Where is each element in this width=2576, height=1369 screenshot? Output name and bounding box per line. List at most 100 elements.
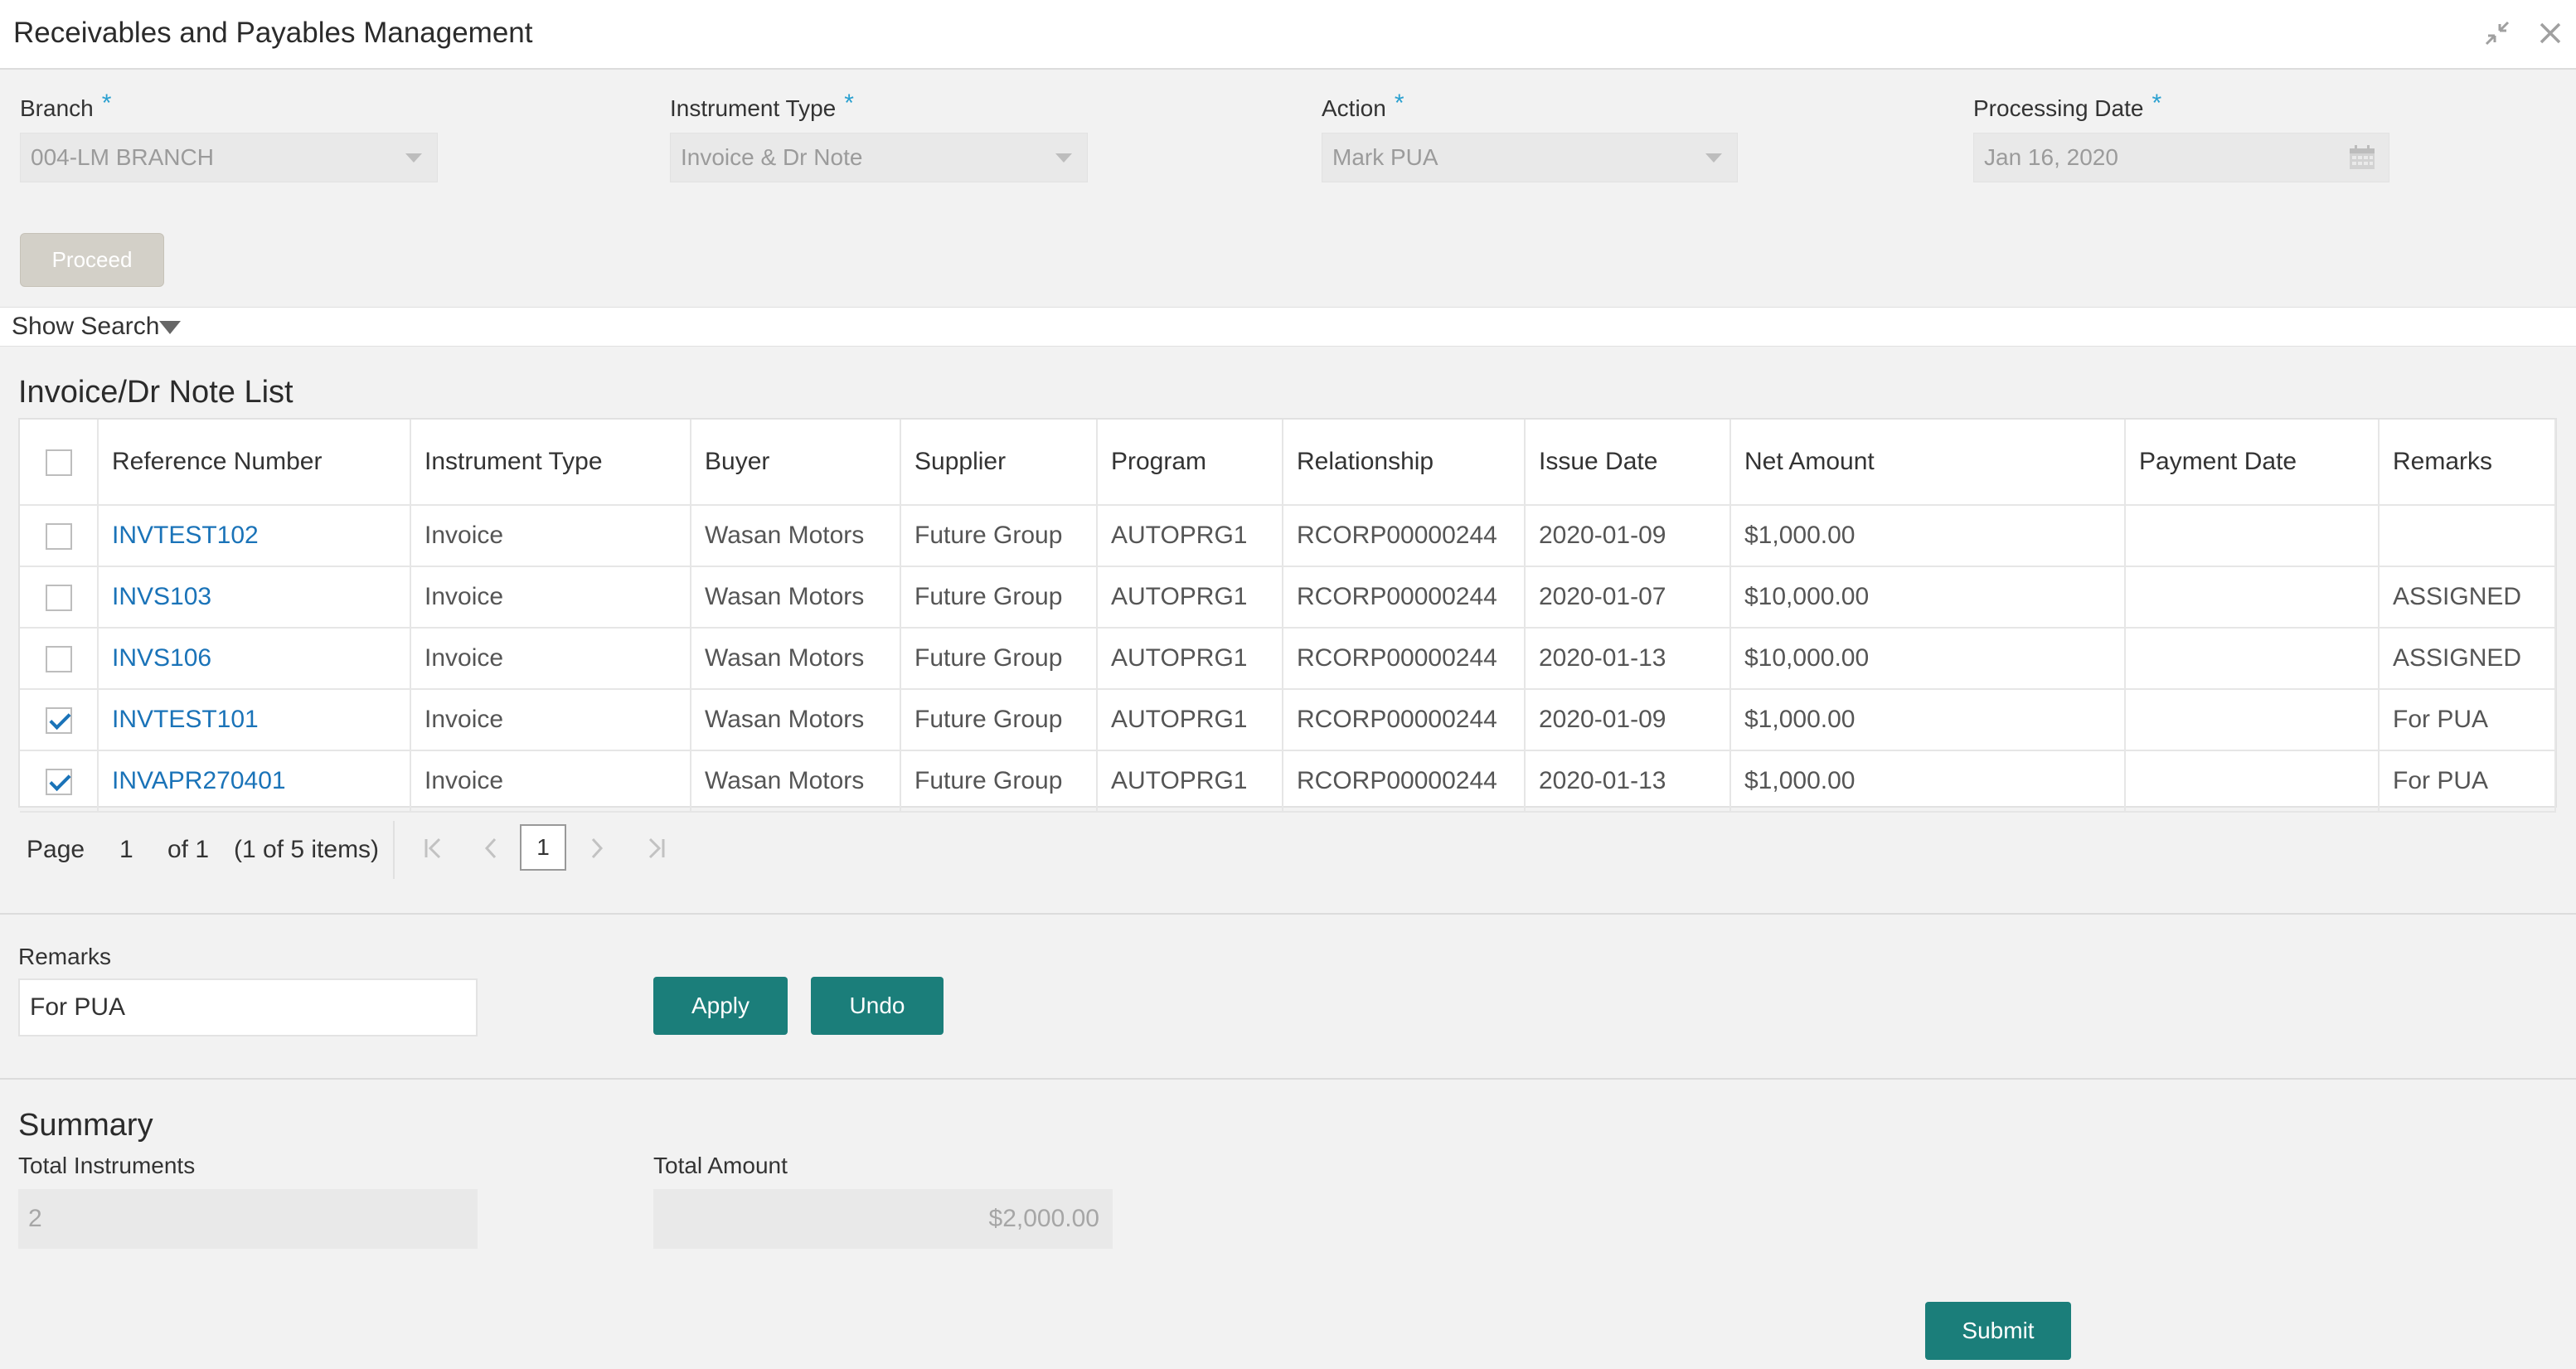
title-bar: Receivables and Payables Management bbox=[0, 0, 2576, 70]
cell-program: AUTOPRG1 bbox=[1097, 505, 1283, 567]
col-issue-date[interactable]: Issue Date bbox=[1525, 420, 1731, 506]
required-mark: * bbox=[2152, 90, 2162, 117]
col-relationship[interactable]: Relationship bbox=[1283, 420, 1526, 506]
cell-remarks bbox=[2379, 505, 2556, 567]
cell-relationship: RCORP00000244 bbox=[1283, 505, 1526, 567]
action-select[interactable]: Mark PUA bbox=[1322, 133, 1738, 182]
cell-payment-date bbox=[2125, 750, 2380, 813]
cell-instrument-type: Invoice bbox=[410, 750, 691, 813]
reference-link[interactable]: INVTEST101 bbox=[98, 689, 411, 751]
table-row[interactable]: INVTEST101 Invoice Wasan Motors Future G… bbox=[20, 689, 2556, 751]
col-supplier[interactable]: Supplier bbox=[900, 420, 1098, 506]
submit-button[interactable]: Submit bbox=[1925, 1302, 2071, 1360]
table-row[interactable]: INVS103 Invoice Wasan Motors Future Grou… bbox=[20, 566, 2556, 629]
pager-divider bbox=[393, 821, 395, 879]
col-remarks[interactable]: Remarks bbox=[2379, 420, 2556, 506]
row-select-cell bbox=[20, 628, 99, 690]
cell-relationship: RCORP00000244 bbox=[1283, 750, 1526, 813]
cell-issue-date: 2020-01-09 bbox=[1525, 689, 1731, 751]
page-label: Page bbox=[27, 836, 85, 863]
close-icon[interactable] bbox=[2532, 15, 2569, 51]
instrument-type-select[interactable]: Invoice & Dr Note bbox=[670, 133, 1088, 182]
cell-payment-date bbox=[2125, 689, 2380, 751]
cell-buyer: Wasan Motors bbox=[691, 628, 901, 690]
required-mark: * bbox=[1394, 90, 1404, 117]
row-select-cell bbox=[20, 566, 99, 629]
apply-button[interactable]: Apply bbox=[653, 977, 788, 1035]
cell-issue-date: 2020-01-09 bbox=[1525, 505, 1731, 567]
col-net-amount[interactable]: Net Amount bbox=[1730, 420, 2126, 506]
cell-remarks: For PUA bbox=[2379, 750, 2556, 813]
table-row[interactable]: INVS106 Invoice Wasan Motors Future Grou… bbox=[20, 628, 2556, 690]
reference-link[interactable]: INVTEST102 bbox=[98, 505, 411, 567]
reference-link[interactable]: INVS103 bbox=[98, 566, 411, 629]
grid-header-row: Reference Number Instrument Type Buyer S… bbox=[20, 420, 2556, 506]
last-page-icon[interactable] bbox=[647, 836, 667, 867]
table-row[interactable]: INVAPR270401 Invoice Wasan Motors Future… bbox=[20, 750, 2556, 813]
table-row[interactable]: INVTEST102 Invoice Wasan Motors Future G… bbox=[20, 505, 2556, 567]
first-page-icon[interactable] bbox=[423, 836, 443, 867]
branch-label-text: Branch bbox=[20, 95, 94, 121]
invoice-grid: Reference Number Instrument Type Buyer S… bbox=[18, 418, 2557, 813]
minimize-icon[interactable] bbox=[2479, 15, 2515, 51]
list-title: Invoice/Dr Note List bbox=[18, 375, 293, 410]
cell-buyer: Wasan Motors bbox=[691, 505, 901, 567]
remarks-input[interactable]: For PUA bbox=[18, 978, 478, 1036]
row-checkbox[interactable] bbox=[45, 523, 72, 551]
remarks-label: Remarks bbox=[18, 944, 112, 969]
row-checkbox[interactable] bbox=[45, 646, 72, 673]
prev-page-icon[interactable] bbox=[483, 836, 499, 867]
cell-net-amount: $10,000.00 bbox=[1730, 566, 2126, 629]
col-payment-date[interactable]: Payment Date bbox=[2125, 420, 2380, 506]
col-buyer[interactable]: Buyer bbox=[691, 420, 901, 506]
total-amount-field: $2,000.00 bbox=[653, 1189, 1113, 1249]
branch-select[interactable]: 004-LM BRANCH bbox=[20, 133, 438, 182]
cell-supplier: Future Group bbox=[900, 505, 1098, 567]
instrument-type-select-value: Invoice & Dr Note bbox=[681, 144, 863, 170]
total-instruments-label: Total Instruments bbox=[18, 1153, 196, 1178]
cell-net-amount: $1,000.00 bbox=[1730, 505, 2126, 567]
action-label: Action * bbox=[1322, 90, 1404, 123]
cell-payment-date bbox=[2125, 628, 2380, 690]
cell-supplier: Future Group bbox=[900, 750, 1098, 813]
cell-issue-date: 2020-01-13 bbox=[1525, 750, 1731, 813]
branch-select-value: 004-LM BRANCH bbox=[31, 144, 214, 170]
cell-supplier: Future Group bbox=[900, 689, 1098, 751]
col-reference-number[interactable]: Reference Number bbox=[98, 420, 411, 506]
page-title: Receivables and Payables Management bbox=[13, 17, 533, 49]
reference-link[interactable]: INVAPR270401 bbox=[98, 750, 411, 813]
calendar-icon[interactable] bbox=[2349, 145, 2375, 170]
section-divider bbox=[0, 913, 2576, 915]
proceed-button[interactable]: Proceed bbox=[20, 233, 164, 287]
processing-date-label: Processing Date * bbox=[1973, 90, 2161, 123]
cell-payment-date bbox=[2125, 505, 2380, 567]
page-of-label: of 1 bbox=[167, 836, 210, 863]
current-page-button[interactable]: 1 bbox=[520, 824, 566, 871]
cell-buyer: Wasan Motors bbox=[691, 750, 901, 813]
cell-payment-date bbox=[2125, 566, 2380, 629]
cell-supplier: Future Group bbox=[900, 628, 1098, 690]
undo-button[interactable]: Undo bbox=[811, 977, 944, 1035]
reference-link[interactable]: INVS106 bbox=[98, 628, 411, 690]
required-mark: * bbox=[844, 90, 854, 117]
instrument-type-label-text: Instrument Type bbox=[670, 95, 837, 121]
show-search-toggle[interactable]: Show Search bbox=[0, 307, 2576, 347]
row-checkbox[interactable] bbox=[45, 585, 72, 612]
action-select-value: Mark PUA bbox=[1332, 144, 1438, 170]
chevron-down-icon bbox=[1705, 153, 1722, 163]
col-program[interactable]: Program bbox=[1097, 420, 1283, 506]
row-checkbox[interactable] bbox=[45, 707, 72, 735]
summary-title: Summary bbox=[18, 1108, 153, 1143]
cell-net-amount: $1,000.00 bbox=[1730, 689, 2126, 751]
instrument-type-label: Instrument Type * bbox=[670, 90, 854, 123]
select-all-checkbox[interactable] bbox=[45, 449, 72, 477]
cell-program: AUTOPRG1 bbox=[1097, 628, 1283, 690]
cell-program: AUTOPRG1 bbox=[1097, 566, 1283, 629]
page-items-label: (1 of 5 items) bbox=[234, 836, 380, 863]
next-page-icon[interactable] bbox=[589, 836, 605, 867]
col-instrument-type[interactable]: Instrument Type bbox=[410, 420, 691, 506]
row-checkbox[interactable] bbox=[45, 769, 72, 796]
triangle-down-icon bbox=[159, 321, 181, 334]
total-amount-label: Total Amount bbox=[653, 1153, 788, 1178]
processing-date-input[interactable]: Jan 16, 2020 bbox=[1973, 133, 2389, 182]
